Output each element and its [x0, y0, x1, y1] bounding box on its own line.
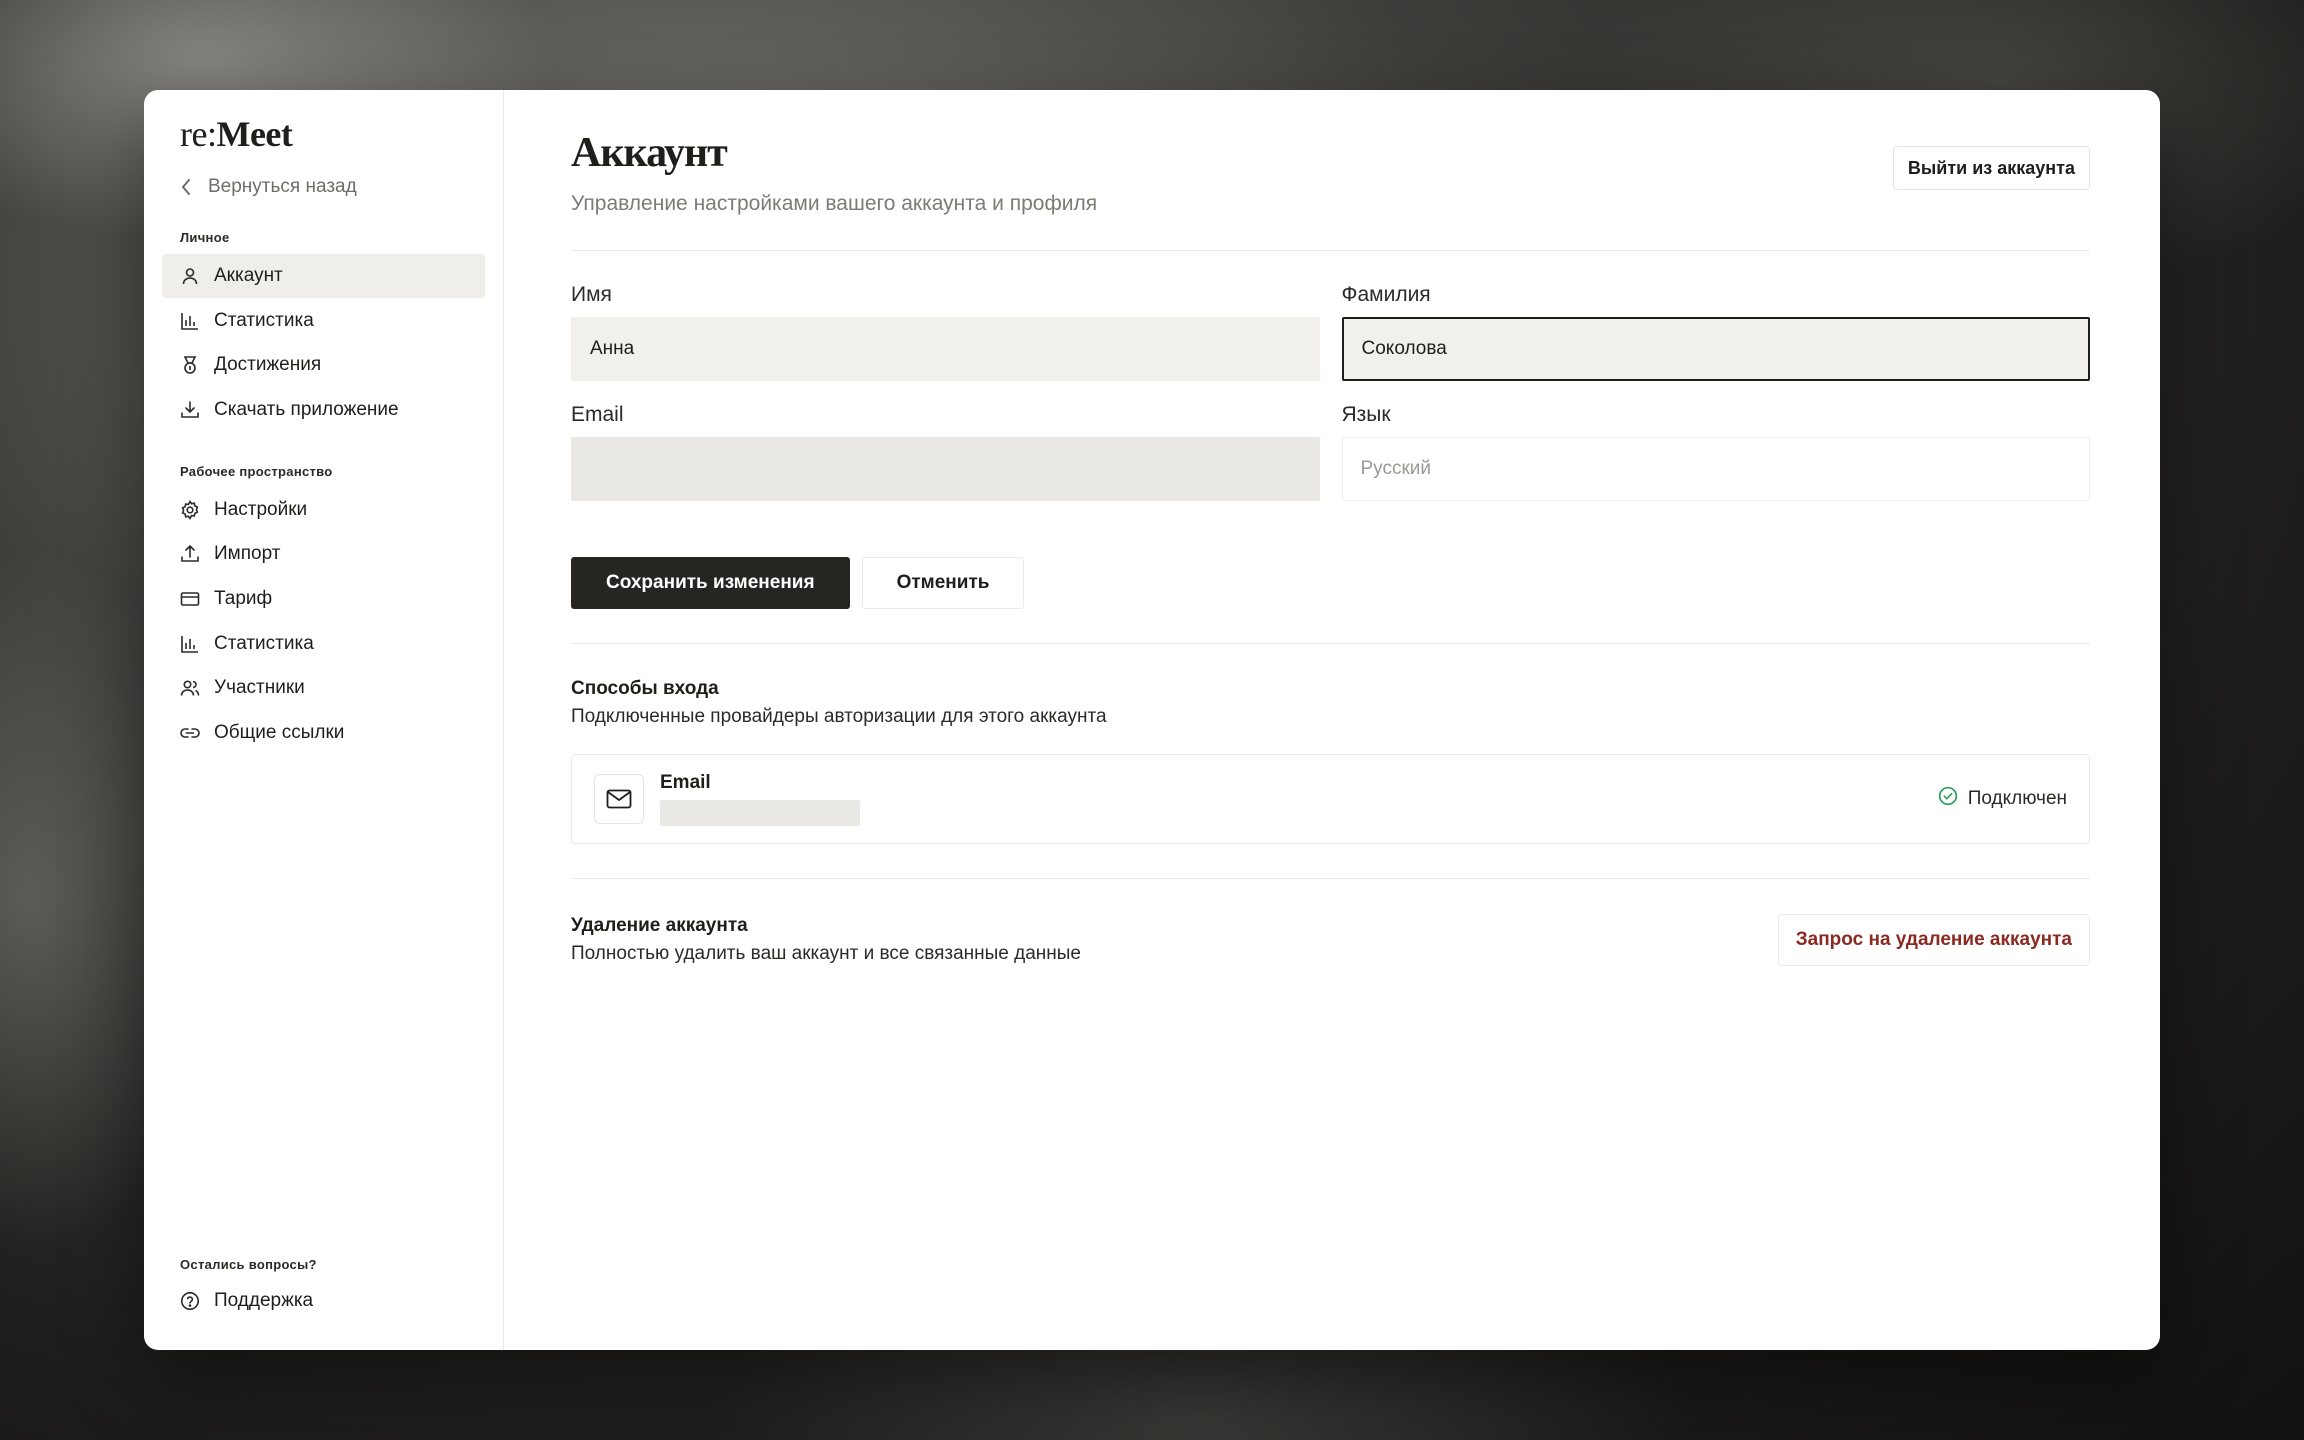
workspace-nav: Настройки Импорт Тариф Статистика Участн…: [162, 488, 485, 755]
divider: [571, 250, 2090, 251]
delete-account-description: Полностью удалить ваш аккаунт и все связ…: [571, 943, 1082, 964]
cancel-button[interactable]: Отменить: [861, 557, 1025, 609]
first-name-label: Имя: [571, 283, 612, 306]
login-methods-description: Подключенные провайдеры авторизации для …: [571, 706, 1107, 727]
section-label-workspace: Рабочее пространство: [180, 463, 333, 479]
help-label: Остались вопросы?: [180, 1257, 317, 1273]
sidebar-item-support[interactable]: Поддержка: [162, 1279, 485, 1323]
sidebar-item-achievements[interactable]: Достижения: [162, 343, 485, 387]
chevron-left-icon: [180, 178, 194, 196]
delete-account-section: Удаление аккаунта Полностью удалить ваш …: [571, 914, 2090, 966]
login-methods-section: Способы входа Подключенные провайдеры ав…: [571, 678, 2090, 844]
sidebar-item-label: Импорт: [214, 543, 281, 565]
last-name-group: Фамилия: [1341, 283, 2090, 381]
sidebar-item-label: Общие ссылки: [214, 721, 345, 743]
sidebar-item-members[interactable]: Участники: [162, 666, 485, 710]
credit-card-icon: [180, 589, 200, 609]
sidebar-item-label: Статистика: [214, 632, 314, 654]
first-name-group: Имя: [571, 283, 1320, 381]
sidebar-item-settings[interactable]: Настройки: [162, 488, 485, 532]
sidebar-item-label: Настройки: [214, 498, 308, 520]
sidebar-item-label: Участники: [214, 677, 305, 699]
last-name-input[interactable]: [1341, 317, 2090, 381]
provider-name: Email: [660, 772, 711, 793]
language-label: Язык: [1341, 403, 1391, 426]
main-content: Аккаунт Управление настройками вашего ак…: [504, 90, 2160, 1350]
bar-chart-icon: [180, 634, 200, 654]
sidebar-item-workspace-statistics[interactable]: Статистика: [162, 622, 485, 666]
email-input: [571, 437, 1320, 501]
sidebar-item-import[interactable]: Импорт: [162, 532, 485, 576]
sidebar-item-download-app[interactable]: Скачать приложение: [162, 388, 485, 432]
delete-account-title: Удаление аккаунта: [571, 915, 748, 936]
divider: [571, 643, 2090, 644]
sidebar-item-label: Аккаунт: [214, 265, 283, 286]
sidebar-help: Остались вопросы? Поддержка: [162, 1253, 485, 1324]
gear-icon: [180, 499, 200, 520]
request-delete-account-button[interactable]: Запрос на удаление аккаунта: [1777, 914, 2090, 966]
email-group: Email: [571, 403, 1320, 501]
sidebar-item-plan[interactable]: Тариф: [162, 577, 485, 621]
last-name-label: Фамилия: [1341, 283, 1431, 306]
back-link-label: Вернуться назад: [208, 176, 357, 197]
language-select[interactable]: Русский: [1341, 437, 2090, 501]
sidebar-item-label: Тариф: [214, 587, 273, 609]
first-name-input[interactable]: [571, 317, 1320, 381]
logo-name: Meet: [216, 114, 293, 154]
provider-email-redacted: [660, 800, 860, 826]
email-label: Email: [571, 403, 624, 426]
save-button[interactable]: Сохранить изменения: [571, 557, 850, 609]
sidebar-item-label: Статистика: [214, 309, 314, 331]
email-provider-card: Email Подключен: [571, 754, 2090, 844]
language-group: Язык Русский: [1341, 403, 2090, 501]
page-subtitle: Управление настройками вашего аккаунта и…: [571, 192, 1098, 215]
download-icon: [180, 400, 200, 420]
page-title: Аккаунт: [571, 130, 728, 176]
logout-button[interactable]: Выйти из аккаунта: [1892, 146, 2090, 190]
users-icon: [180, 678, 200, 698]
login-methods-title: Способы входа: [571, 678, 719, 699]
bar-chart-icon: [180, 311, 200, 331]
status-badge: Подключен: [1938, 786, 2067, 812]
sidebar: re:Meet Вернуться назад Личное Аккаунт С…: [144, 90, 504, 1350]
mail-icon: [594, 774, 644, 824]
app-logo[interactable]: re:Meet: [162, 112, 485, 156]
status-text: Подключен: [1967, 788, 2067, 809]
personal-nav: Аккаунт Статистика Достижения Скачать пр…: [162, 254, 485, 432]
sidebar-item-label: Поддержка: [214, 1290, 314, 1312]
sidebar-item-statistics[interactable]: Статистика: [162, 299, 485, 343]
sidebar-item-label: Скачать приложение: [214, 398, 399, 420]
sidebar-item-account[interactable]: Аккаунт: [162, 254, 485, 298]
link-icon: [180, 723, 200, 743]
user-icon: [180, 266, 200, 286]
logo-prefix: re:: [180, 114, 217, 154]
help-circle-icon: [180, 1291, 200, 1311]
divider: [571, 878, 2090, 879]
back-link[interactable]: Вернуться назад: [162, 170, 485, 204]
medal-icon: [180, 355, 200, 375]
provider-info: Email: [660, 772, 860, 826]
settings-window: re:Meet Вернуться назад Личное Аккаунт С…: [144, 90, 2160, 1350]
form-actions: Сохранить изменения Отменить: [571, 557, 2090, 609]
upload-icon: [180, 544, 200, 564]
sidebar-item-label: Достижения: [214, 354, 322, 376]
sidebar-item-shared-links[interactable]: Общие ссылки: [162, 711, 485, 755]
profile-form: Имя Фамилия Email Язык Русский: [571, 283, 2090, 501]
check-circle-icon: [1938, 786, 1958, 812]
section-label-personal: Личное: [180, 230, 230, 245]
delete-account-text: Удаление аккаунта Полностью удалить ваш …: [571, 915, 1081, 965]
